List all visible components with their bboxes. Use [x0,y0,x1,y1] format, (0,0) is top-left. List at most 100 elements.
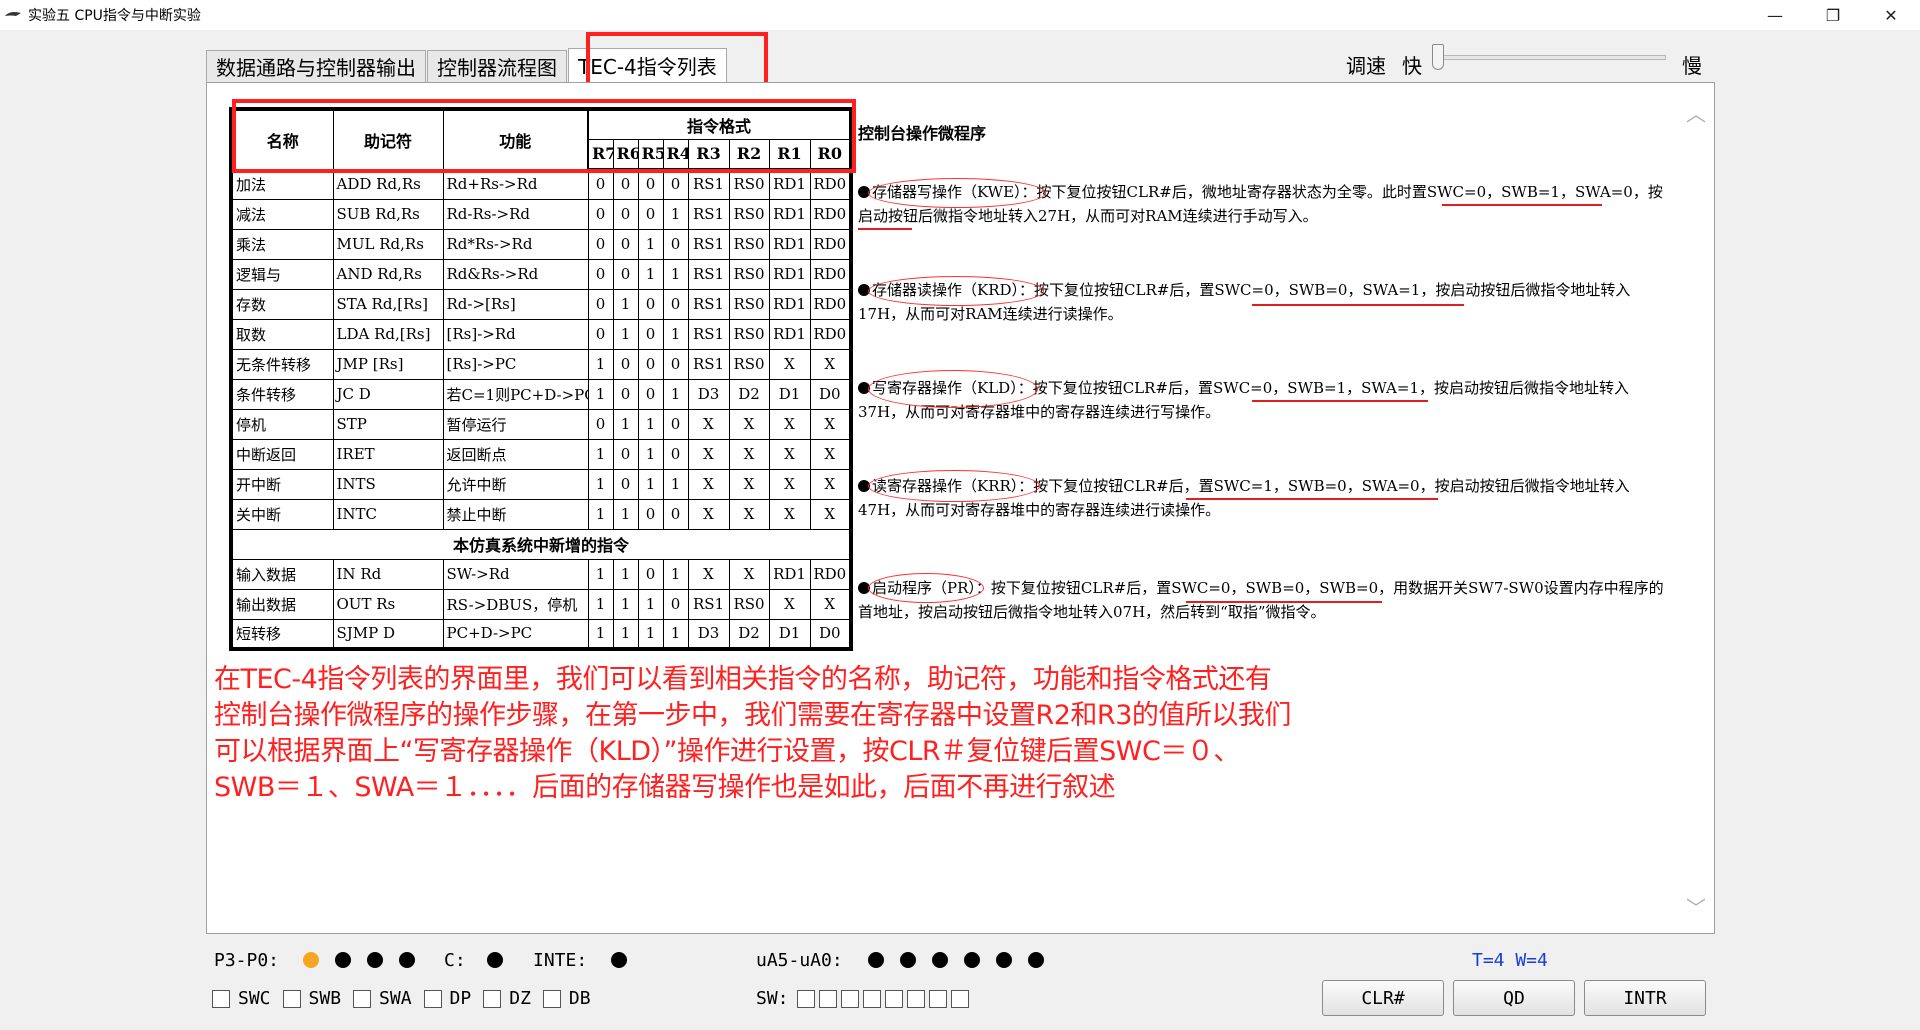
cell-mnemonic: OUT Rs [332,588,444,620]
cell-r0: RD0 [809,228,852,260]
sw5-checkbox[interactable] [840,989,859,1008]
table-row: 乘法 MUL Rd,Rs Rd*Rs->Rd 0 0 1 0 RS1 RS0 RD1 RD0 [230,228,852,260]
dp-label: DP [449,988,472,1009]
cell-b4: 1 [662,378,689,410]
cell-function: [Rs]->PC [442,348,589,380]
tab-flowchart[interactable]: 控制器流程图 [427,50,567,82]
cell-r3: D3 [687,618,730,650]
clr-button[interactable]: CLR# [1322,980,1444,1016]
cell-r3: X [687,498,730,530]
cell-name: 中断返回 [230,438,334,470]
cell-b4: 0 [662,168,689,200]
ua-label: uA5-uA0: [756,950,843,971]
cell-name: 开中断 [230,468,334,500]
cell-r0: X [809,438,852,470]
table-row: 取数 LDA Rd,[Rs] [Rs]->Rd 0 1 0 1 RS1 RS0 RD1 RD0 [230,318,852,350]
sw2-checkbox[interactable] [906,989,925,1008]
led-p3 [303,952,319,968]
cell-mnemonic: SUB Rd,Rs [332,198,444,230]
sw7-checkbox[interactable] [796,989,815,1008]
cell-r2: RS0 [728,588,770,620]
cell-b5: 1 [637,258,664,290]
cell-b5: 0 [637,198,664,230]
cell-b7: 1 [587,618,614,650]
table-row: 开中断 INTS 允许中断 1 0 1 1 X X X X [230,468,852,500]
cell-function: 禁止中断 [442,498,589,530]
minimize-button[interactable]: — [1746,0,1804,30]
cell-b6: 1 [612,318,639,350]
cell-r1: X [768,408,811,440]
table-row: 减法 SUB Rd,Rs Rd-Rs->Rd 0 0 0 1 RS1 RS0 RD1 RD0 [230,198,852,230]
cell-function: Rd-Rs->Rd [442,198,589,230]
qd-button[interactable]: QD [1453,980,1575,1016]
cell-b7: 0 [587,288,614,320]
scroll-up-icon[interactable]: ︿ [1686,98,1706,127]
cell-b6: 1 [612,498,639,530]
cell-r2: X [728,498,770,530]
sw1-checkbox[interactable] [928,989,947,1008]
cell-r0: D0 [809,618,852,650]
tab-datapath[interactable]: 数据通路与控制器输出 [206,50,426,82]
cell-b7: 1 [587,438,614,470]
annotation-underline [1186,498,1438,500]
led-p1 [367,952,383,968]
speed-slider-track[interactable] [1438,55,1666,60]
cell-b7: 1 [587,378,614,410]
cell-name: 存数 [230,288,334,320]
cell-mnemonic: JMP [Rs] [332,348,444,380]
sw0-checkbox[interactable] [950,989,969,1008]
cell-r1: D1 [768,378,811,410]
scroll-down-icon[interactable]: ﹀ [1686,892,1706,921]
cell-b7: 0 [587,168,614,200]
cell-b5: 1 [637,588,664,620]
sw3-checkbox[interactable] [884,989,903,1008]
swa-checkbox[interactable] [353,989,372,1008]
dp-checkbox[interactable] [423,989,442,1008]
window-controls: — ❐ ✕ [1746,0,1920,30]
speed-slow-label: 慢 [1682,54,1702,78]
cell-name: 无条件转移 [230,348,334,380]
table-row: 条件转移 JC D 若C=1则PC+D->PC 1 0 0 1 D3 D2 D1 D0 [230,378,852,410]
speed-slider-thumb[interactable] [1432,44,1444,70]
cell-function: RS->DBUS，停机 [442,588,589,620]
title-bar: 实验五 CPU指令与中断实验 — ❐ ✕ [0,0,1920,30]
annotation-commentary: 在TEC-4指令列表的界面里，我们可以看到相关指令的名称，助记符，功能和指令格式… [214,664,1291,803]
cell-function: 暂停运行 [442,408,589,440]
cell-b5: 1 [637,618,664,650]
cell-r3: RS1 [687,348,730,380]
cell-b6: 1 [612,618,639,650]
sw4-checkbox[interactable] [862,989,881,1008]
tw-indicator: T=4 W=4 [1472,950,1548,971]
cell-r1: RD1 [768,168,811,200]
cell-function: [Rs]->Rd [442,318,589,350]
cell-name: 短转移 [230,618,334,650]
cell-r1: RD1 [768,258,811,290]
cell-b4: 0 [662,588,689,620]
cell-mnemonic: STP [332,408,444,440]
annotation-underline [1186,601,1382,603]
intr-button[interactable]: INTR [1584,980,1706,1016]
dz-checkbox[interactable] [483,989,502,1008]
sw6-checkbox[interactable] [818,989,837,1008]
cell-b7: 1 [587,558,614,590]
swc-checkbox[interactable] [212,989,230,1008]
annotation-ellipse [868,370,1038,408]
cell-b4: 0 [662,288,689,320]
cell-b5: 0 [637,558,664,590]
cell-r2: RS0 [728,318,770,350]
db-checkbox[interactable] [542,989,561,1008]
cell-b7: 1 [587,468,614,500]
cell-r0: RD0 [809,258,852,290]
close-button[interactable]: ✕ [1862,0,1920,30]
maximize-button[interactable]: ❐ [1804,0,1862,30]
cell-function: Rd->[Rs] [442,288,589,320]
cell-b7: 1 [587,588,614,620]
cell-b4: 1 [662,618,689,650]
cell-mnemonic: SJMP D [332,618,444,650]
window-title: 实验五 CPU指令与中断实验 [28,8,201,24]
cell-function: 返回断点 [442,438,589,470]
swb-checkbox[interactable] [282,989,301,1008]
cell-b6: 0 [612,468,639,500]
dz-label: DZ [509,988,531,1009]
cell-b7: 0 [587,258,614,290]
